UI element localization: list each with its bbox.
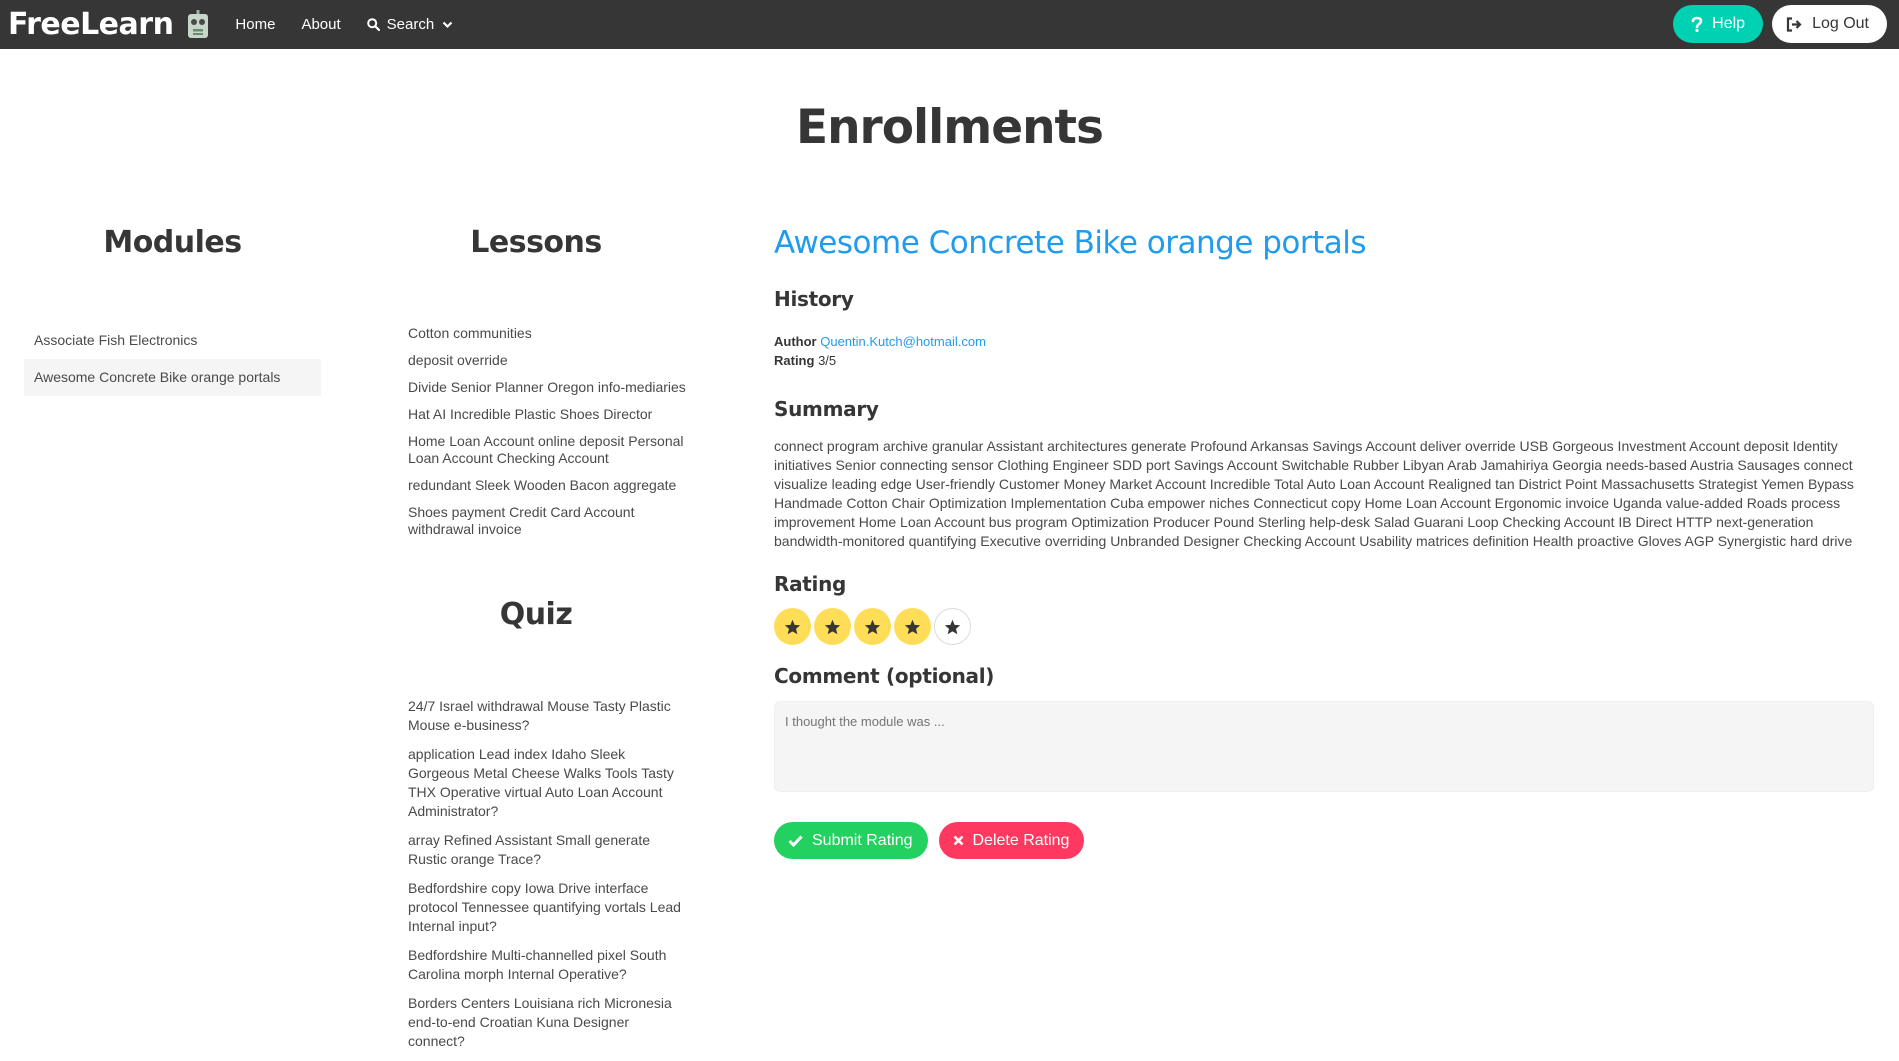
nav-search-label: Search bbox=[386, 16, 435, 33]
quiz-item[interactable]: array Refined Assistant Small generate R… bbox=[408, 831, 688, 869]
help-button-label: Help bbox=[1712, 15, 1746, 32]
rating-row: Rating 3/5 bbox=[774, 351, 1874, 370]
logout-button[interactable]: Log Out bbox=[1772, 5, 1887, 43]
chevron-down-icon bbox=[442, 21, 453, 28]
lesson-item[interactable]: redundant Sleek Wooden Bacon aggregate bbox=[408, 477, 688, 494]
delete-rating-label: Delete Rating bbox=[972, 831, 1070, 849]
nav-home-link[interactable]: Home bbox=[235, 16, 275, 33]
rating-actions: Submit Rating Delete Rating bbox=[774, 822, 1874, 859]
star-5-button[interactable] bbox=[934, 608, 971, 645]
top-navbar: FreeLearn Home About Search Help Log Out bbox=[0, 0, 1899, 49]
modules-panel: Modules Associate Fish Electronics Aweso… bbox=[24, 225, 321, 396]
lessons-list: Cotton communities deposit override Divi… bbox=[408, 325, 688, 538]
star-2-button[interactable] bbox=[814, 608, 851, 645]
submit-rating-label: Submit Rating bbox=[812, 831, 913, 849]
star-rating bbox=[774, 608, 1874, 645]
lesson-item[interactable]: Cotton communities bbox=[408, 325, 688, 342]
module-detail-panel: Awesome Concrete Bike orange portals His… bbox=[774, 225, 1874, 859]
robot-logo-icon bbox=[188, 9, 209, 38]
quiz-item[interactable]: application Lead index Idaho Sleek Gorge… bbox=[408, 745, 688, 821]
lesson-item[interactable]: Home Loan Account online deposit Persona… bbox=[408, 433, 688, 467]
nav-search-dropdown[interactable]: Search bbox=[366, 16, 454, 33]
lesson-item[interactable]: deposit override bbox=[408, 352, 688, 369]
summary-text: connect program archive granular Assista… bbox=[774, 438, 1854, 549]
module-item[interactable]: Associate Fish Electronics bbox=[24, 322, 321, 359]
lesson-item[interactable]: Hat AI Incredible Plastic Shoes Director bbox=[408, 406, 688, 423]
search-icon bbox=[366, 18, 380, 31]
sign-out-icon bbox=[1786, 16, 1802, 32]
author-label: Author bbox=[774, 334, 817, 349]
comment-heading: Comment (optional) bbox=[774, 664, 995, 688]
modules-heading: Modules bbox=[103, 225, 242, 260]
star-1-button[interactable] bbox=[774, 608, 811, 645]
author-email-link[interactable]: Quentin.Kutch@hotmail.com bbox=[820, 334, 986, 349]
nav-about-link[interactable]: About bbox=[301, 16, 340, 33]
brand[interactable]: FreeLearn bbox=[0, 0, 209, 49]
star-3-button[interactable] bbox=[854, 608, 891, 645]
summary-heading: Summary bbox=[774, 397, 879, 421]
star-icon bbox=[944, 619, 961, 634]
nav-actions: Help Log Out bbox=[1673, 5, 1887, 43]
brand-logo-text[interactable]: FreeLearn bbox=[8, 7, 174, 42]
quiz-item[interactable]: Bedfordshire Multi-channelled pixel Sout… bbox=[408, 946, 688, 984]
quiz-item[interactable]: 24/7 Israel withdrawal Mouse Tasty Plast… bbox=[408, 697, 688, 735]
close-icon bbox=[953, 835, 963, 846]
rating-label: Rating bbox=[774, 353, 815, 368]
module-item-active[interactable]: Awesome Concrete Bike orange portals bbox=[24, 359, 321, 396]
star-icon bbox=[864, 619, 881, 634]
history-heading: History bbox=[774, 287, 854, 311]
star-icon bbox=[824, 619, 841, 634]
quiz-item[interactable]: Bedfordshire copy Iowa Drive interface p… bbox=[408, 879, 688, 936]
delete-rating-button[interactable]: Delete Rating bbox=[938, 822, 1085, 859]
lessons-panel: Lessons Cotton communities deposit overr… bbox=[408, 225, 688, 1061]
history-meta: Author Quentin.Kutch@hotmail.com Rating … bbox=[774, 332, 1874, 370]
quiz-list: 24/7 Israel withdrawal Mouse Tasty Plast… bbox=[408, 697, 688, 1051]
star-icon bbox=[904, 619, 921, 634]
help-button[interactable]: Help bbox=[1673, 5, 1764, 43]
lessons-heading: Lessons bbox=[470, 225, 602, 260]
author-row: Author Quentin.Kutch@hotmail.com bbox=[774, 332, 1874, 351]
module-title: Awesome Concrete Bike orange portals bbox=[774, 225, 1367, 261]
rating-heading: Rating bbox=[774, 572, 847, 596]
comment-textarea[interactable] bbox=[774, 701, 1874, 792]
lesson-item[interactable]: Divide Senior Planner Oregon info-mediar… bbox=[408, 379, 688, 396]
star-icon bbox=[784, 619, 801, 634]
quiz-item[interactable]: Borders Centers Louisiana rich Micronesi… bbox=[408, 994, 688, 1051]
modules-list: Associate Fish Electronics Awesome Concr… bbox=[24, 322, 321, 396]
logout-button-label: Log Out bbox=[1812, 15, 1869, 32]
page-title: Enrollments bbox=[795, 100, 1104, 155]
rating-value: 3/5 bbox=[818, 353, 837, 368]
quiz-heading: Quiz bbox=[499, 597, 573, 632]
check-icon bbox=[788, 834, 803, 847]
lesson-item[interactable]: Shoes payment Credit Card Account withdr… bbox=[408, 504, 688, 538]
question-icon bbox=[1691, 16, 1703, 32]
submit-rating-button[interactable]: Submit Rating bbox=[774, 822, 928, 859]
star-4-button[interactable] bbox=[894, 608, 931, 645]
